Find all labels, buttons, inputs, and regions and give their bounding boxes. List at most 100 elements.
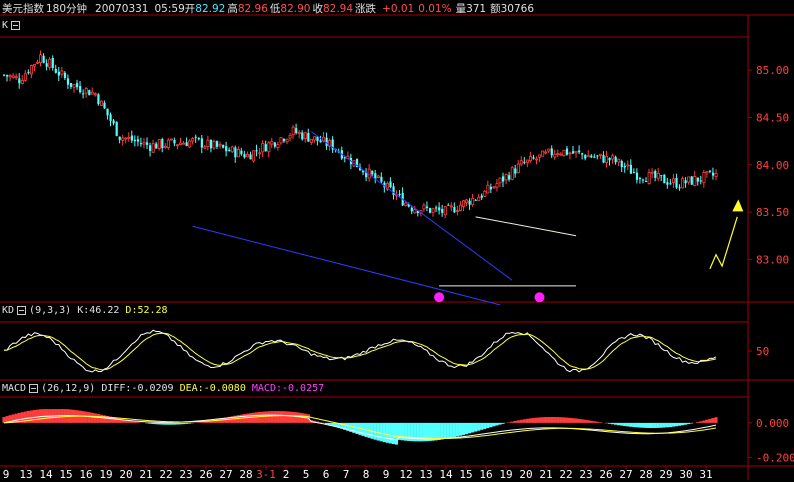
candle-body <box>54 68 57 73</box>
candle <box>447 203 450 206</box>
candle-body <box>60 70 64 75</box>
candle-body <box>127 136 131 139</box>
low-label: 低 <box>269 3 281 15</box>
candle-body <box>647 172 651 184</box>
candle <box>443 206 447 219</box>
candle <box>471 194 475 207</box>
candle-body <box>130 135 133 141</box>
x-tick-label: 31 <box>699 468 712 481</box>
candle <box>714 169 718 181</box>
x-tick-label: 20 <box>119 468 132 481</box>
bottom-marker <box>434 292 445 303</box>
candle <box>72 84 76 93</box>
volume-value: 371 <box>466 3 487 15</box>
candle-body <box>629 164 633 174</box>
candle-body <box>23 73 27 81</box>
candle <box>303 131 307 143</box>
candle-body <box>194 136 197 138</box>
candle-body <box>538 154 542 158</box>
candle-body <box>57 71 60 76</box>
period: 180分钟 <box>46 3 88 15</box>
candle <box>422 202 426 212</box>
quote-header: 美元指数 180分钟 20070331 05:59开82.92 高82.96 低82.90… <box>2 1 534 15</box>
collapse-icon[interactable] <box>29 383 39 393</box>
candle <box>647 168 651 185</box>
close-label: 收 <box>312 3 323 15</box>
macd-tick-label: 0.000 <box>756 417 789 430</box>
candle-body <box>20 80 24 84</box>
volume-label: 量 <box>455 3 467 15</box>
candle <box>541 150 545 157</box>
candle-body <box>523 161 526 163</box>
candle-body <box>449 205 453 208</box>
candle-body <box>681 178 685 189</box>
x-tick-label: 21 <box>139 468 152 481</box>
candle <box>459 201 463 211</box>
collapse-icon[interactable] <box>11 20 21 30</box>
candle-body <box>109 114 112 121</box>
candle <box>380 172 383 184</box>
candle-body <box>465 199 469 203</box>
x-tick-label: 2 <box>283 468 290 481</box>
candle-body <box>228 149 231 152</box>
candle-body <box>179 142 183 145</box>
candle <box>598 153 602 159</box>
amount-label: 额 <box>490 3 501 15</box>
candle <box>438 202 441 215</box>
candle-body <box>672 178 676 183</box>
candle <box>502 172 505 188</box>
candle-body <box>663 174 666 184</box>
candle <box>650 168 654 179</box>
candle <box>483 190 487 198</box>
candle <box>191 137 195 145</box>
candle <box>215 140 219 149</box>
candle-body <box>261 143 265 153</box>
x-tick-label: 9 <box>3 468 10 481</box>
candle <box>133 135 137 147</box>
candle-body <box>42 55 45 63</box>
date: 20070331 <box>95 3 149 15</box>
candle <box>36 59 40 65</box>
x-tick-label: 26 <box>199 468 212 481</box>
candle-body <box>714 173 718 177</box>
candle <box>149 142 152 157</box>
kd-tick-label: 50 <box>756 345 769 358</box>
candle <box>291 125 295 139</box>
candle-body <box>121 137 125 141</box>
candle-body <box>535 158 539 161</box>
candle <box>413 205 417 214</box>
candle <box>638 176 642 184</box>
candle-body <box>495 183 499 188</box>
collapse-icon[interactable] <box>17 305 27 315</box>
candle-body <box>443 206 447 216</box>
candle-body <box>693 176 697 187</box>
candle-body <box>614 156 617 163</box>
candle <box>97 93 100 106</box>
candle-body <box>541 150 545 157</box>
candle-body <box>142 141 146 145</box>
candle <box>11 73 15 79</box>
candle-body <box>3 74 6 76</box>
candle <box>115 121 118 137</box>
candle-body <box>27 71 30 74</box>
candle-body <box>525 159 529 164</box>
candle-body <box>608 157 611 161</box>
candle <box>535 156 539 165</box>
candle-body <box>638 178 642 180</box>
candle <box>465 198 469 207</box>
high-label: 高 <box>227 3 238 15</box>
candle <box>435 205 438 213</box>
x-tick-label: 12 <box>399 468 412 481</box>
candle-body <box>645 181 648 183</box>
candle-body <box>222 144 225 148</box>
candle-body <box>422 204 426 210</box>
candle <box>428 207 432 214</box>
candle-body <box>163 145 167 148</box>
candle-body <box>690 176 693 185</box>
candle <box>18 73 21 89</box>
candle <box>431 207 435 217</box>
trend-line <box>311 131 513 281</box>
candle <box>620 159 623 172</box>
x-tick-label: 6 <box>323 468 330 481</box>
candle-body <box>249 154 252 160</box>
